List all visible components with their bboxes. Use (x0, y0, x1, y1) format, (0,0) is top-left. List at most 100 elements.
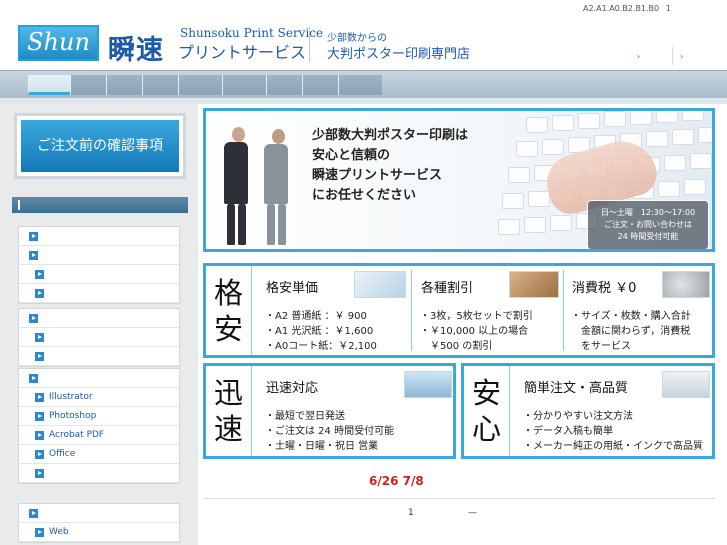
card-title: 迅速対応 (266, 381, 319, 396)
nav-tab-9[interactable] (338, 75, 382, 95)
arrow-right-icon (35, 270, 44, 279)
menu-item-web[interactable]: Web (19, 523, 179, 542)
notice-label: ご注文前の確認事項 (21, 120, 179, 172)
card-line: をサービス (571, 341, 631, 352)
kanji-char: 速 (213, 412, 243, 446)
card-easy: 簡単注文・高品質 ・分かりやすい注文方法 ・データ入稿も簡単 ・メーカー純正の用… (516, 368, 712, 454)
banner-line-3: 瞬速プリントサービス (312, 168, 443, 183)
arrow-right-icon (35, 450, 44, 459)
content-divider (203, 498, 715, 499)
card-title: 簡単注文・高品質 (524, 381, 629, 396)
menu-item-label: Acrobat PDF (49, 430, 105, 440)
menu-group-3: Illustrator Photoshop Acrobat PDF Office (18, 368, 180, 484)
menu-item-acrobat-pdf[interactable]: Acrobat PDF (19, 426, 179, 445)
tagline-main: 大判ポスター印刷専門店 (327, 47, 471, 62)
hero-banner: 少部数大判ポスター印刷は 安心と信頼の 瞬速プリントサービス にお任せください … (203, 108, 715, 252)
business-hours: 日～土曜 12:30～17:00 ご注文・お問い合わせは 24 時間受付可能 (587, 200, 709, 249)
nav-tab-2[interactable] (70, 75, 106, 95)
card-line: ・￥10,000 以上の場合 (420, 326, 529, 337)
notice-banner[interactable]: ご注文前の確認事項 (14, 113, 186, 179)
menu-item[interactable] (19, 227, 179, 246)
card-line: ・ご注文は 24 時間受付可能 (265, 426, 395, 437)
nav-tab-8[interactable] (302, 75, 338, 95)
card-line: ・A0コート紙：￥2,100 (265, 341, 377, 352)
feature-panel-quality: 安 心 簡単注文・高品質 ・分かりやすい注文方法 ・データ入稿も簡単 ・メーカー… (461, 363, 715, 459)
card-speed: 迅速対応 ・最短で翌日発送 ・ご注文は 24 時間受付可能 ・土曜・日曜・祝日 … (258, 368, 454, 454)
card-line: ・データ入稿も簡単 (523, 426, 613, 437)
arrow-right-icon (29, 251, 38, 260)
header-rule (672, 47, 673, 65)
kanji-char: 迅 (213, 376, 243, 410)
menu-subitem[interactable] (19, 328, 179, 347)
card-tax: 消費税 ￥0 ・サイズ・枚数・購入合計 金額に関わらず，消費税 をサービス (564, 268, 712, 354)
kanji-char: 格 (213, 276, 243, 310)
card-line: ・分かりやすい注文方法 (523, 411, 633, 422)
logo-english: Shunsoku Print Service (180, 26, 324, 40)
footer-text-1: 1 (408, 508, 414, 518)
menu-item[interactable] (19, 504, 179, 523)
feature-panel-cheap: 格 安 格安単価 ・A2 普通紙 ：￥ 900 ・A1 光沢紙 ：￥1,600 … (203, 263, 715, 358)
sidebar-heading (12, 197, 188, 213)
menu-subitem[interactable] (19, 347, 179, 366)
piggy-bank-image (509, 271, 559, 298)
card-line: ・サイズ・枚数・購入合計 (571, 311, 691, 322)
menu-item[interactable] (19, 309, 179, 328)
card-line: ・3枚，5枚セットで割引 (420, 311, 533, 322)
card-line: ・土曜・日曜・祝日 営業 (265, 441, 379, 452)
menu-item-label: Web (49, 527, 69, 537)
logo[interactable]: Shun (18, 25, 99, 61)
arrow-right-icon (29, 374, 38, 383)
arrow-right-icon (29, 314, 38, 323)
nav-tab-5[interactable] (178, 75, 222, 95)
top-link-1[interactable]: 1 (666, 4, 671, 13)
card-line: ・A2 普通紙 ：￥ 900 (265, 311, 367, 322)
card-divider (411, 270, 412, 351)
size-links[interactable]: A2.A1.A0.B2.B1.B0 (583, 4, 659, 13)
menu-subitem[interactable] (19, 265, 179, 284)
card-title: 格安単価 (266, 281, 319, 296)
tagline-small: 少部数からの (327, 33, 387, 44)
coins-image (662, 271, 710, 298)
arrow-right-icon (35, 289, 44, 298)
menu-item-illustrator[interactable]: Illustrator (19, 388, 179, 407)
ruler-image (354, 271, 406, 298)
card-line: ・A1 光沢紙 ：￥1,600 (265, 326, 374, 337)
nav-tab-home[interactable] (28, 75, 70, 95)
header-link-1[interactable]: › (637, 52, 640, 61)
menu-subitem[interactable] (19, 284, 179, 303)
header-link-2[interactable]: › (680, 52, 683, 61)
menu-item-photoshop[interactable]: Photoshop (19, 407, 179, 426)
kanji-cheap: 格 安 (206, 266, 252, 355)
site-header: A2.A1.A0.B2.B1.B0 1 Shun 瞬速 Shunsoku Pri… (0, 0, 727, 70)
kanji-char: 心 (471, 412, 501, 446)
arrow-right-icon (35, 352, 44, 361)
hours-line-2: ご注文・お問い合わせは (604, 220, 692, 229)
holiday-dates: 6/26 7/8 (369, 474, 424, 488)
hours-line-3: 24 時間受付可能 (617, 232, 679, 241)
nav-tab-4[interactable] (142, 75, 178, 95)
menu-item-label: Office (49, 449, 76, 459)
heading-mark (18, 200, 20, 210)
card-line: ・最短で翌日発送 (265, 411, 345, 422)
menu-item[interactable] (19, 246, 179, 265)
arrow-right-icon (35, 393, 44, 402)
menu-item-office[interactable]: Office (19, 445, 179, 464)
feature-panel-speed: 迅 速 迅速対応 ・最短で翌日発送 ・ご注文は 24 時間受付可能 ・土曜・日曜… (203, 363, 456, 459)
hours-line-1: 日～土曜 12:30～17:00 (600, 208, 696, 217)
card-line: 金額に関わらず，消費税 (571, 326, 691, 337)
weathervane-image (404, 371, 452, 398)
nav-tab-3[interactable] (106, 75, 142, 95)
arrow-right-icon (35, 412, 44, 421)
logo-kanji: 瞬速 (108, 35, 164, 66)
kanji-char: 安 (213, 312, 243, 346)
menu-subitem[interactable] (19, 464, 179, 483)
kanji-speed: 迅 速 (206, 366, 252, 456)
menu-item-label: Illustrator (49, 392, 93, 402)
banner-line-1: 少部数大判ポスター印刷は (312, 128, 469, 143)
header-divider (309, 26, 310, 62)
card-title: 各種割引 (421, 281, 474, 296)
shells-image (662, 371, 710, 398)
nav-tab-6[interactable] (222, 75, 266, 95)
menu-item[interactable] (19, 369, 179, 388)
nav-tab-7[interactable] (266, 75, 302, 95)
